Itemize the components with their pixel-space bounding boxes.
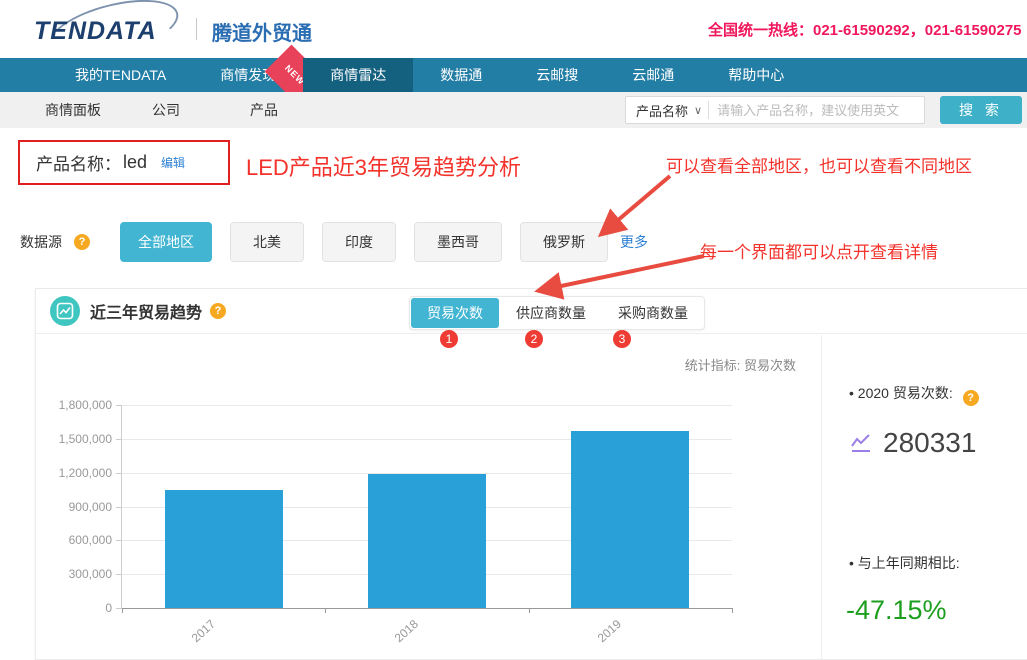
y-axis-label: 1,800,000 — [32, 398, 112, 412]
y-axis-label: 900,000 — [32, 500, 112, 514]
stat-year-label: • 2020 贸易次数: ? — [849, 383, 979, 406]
step-badge-2: 2 — [525, 330, 543, 348]
y-axis-tick — [116, 439, 122, 440]
nav-item-discovery[interactable]: 商情发现 NEW — [193, 58, 303, 92]
nav-item-my-tendata[interactable]: 我的TENDATA — [48, 58, 193, 92]
bar-2018[interactable] — [368, 474, 486, 608]
metric-tabs: 贸易次数 供应商数量 采购商数量 — [409, 296, 705, 330]
search-input[interactable] — [709, 103, 924, 118]
x-axis-tick — [732, 608, 733, 613]
region-button-north-america[interactable]: 北美 — [230, 222, 304, 262]
y-axis-tick — [116, 473, 122, 474]
main-nav: 我的TENDATA 商情发现 NEW 商情雷达 数据通 云邮搜 云邮通 帮助中心 — [0, 58, 1027, 92]
region-button-mexico[interactable]: 墨西哥 — [414, 222, 502, 262]
bar-2019[interactable] — [571, 431, 689, 608]
annotation-regions-note: 可以查看全部地区，也可以查看不同地区 — [666, 152, 972, 177]
x-axis-label: 2019 — [595, 617, 624, 645]
tendata-logo[interactable]: TENDATA — [30, 8, 190, 50]
x-axis-label: 2017 — [188, 617, 217, 645]
top-header: TENDATA 腾道外贸通 全国统一热线：021-61590292，021-61… — [0, 0, 1027, 58]
datasource-help-icon[interactable]: ? — [74, 234, 90, 250]
stat-compare-value: -47.15% — [846, 595, 947, 626]
x-axis-tick — [122, 608, 123, 613]
brand-divider — [196, 18, 197, 40]
stat-value-row: 280331 — [849, 427, 976, 459]
product-name-label: 产品名称： — [36, 150, 121, 175]
y-axis-tick — [116, 507, 122, 508]
y-axis-label: 600,000 — [32, 533, 112, 547]
stat-value: 280331 — [883, 427, 976, 459]
edit-link[interactable]: 编辑 — [161, 154, 185, 171]
annotation-detail-note: 每一个界面都可以点开查看详情 — [700, 238, 938, 263]
search-button[interactable]: 搜 索 — [940, 96, 1022, 124]
x-axis-label: 2018 — [392, 617, 421, 645]
region-button-india[interactable]: 印度 — [322, 222, 396, 262]
product-name-box: 产品名称： led 编辑 — [18, 140, 230, 185]
more-regions-link[interactable]: 更多 — [620, 232, 648, 252]
purple-chart-icon — [849, 431, 873, 455]
y-axis-tick — [116, 540, 122, 541]
stat-year-text: • 2020 贸易次数: — [849, 385, 953, 401]
step-badge-1: 1 — [440, 330, 458, 348]
chevron-down-icon[interactable]: ∨ — [694, 104, 702, 117]
stat-help-icon[interactable]: ? — [963, 390, 979, 406]
bar-chart: 0300,000600,000900,0001,200,0001,500,000… — [121, 405, 732, 609]
x-axis-tick — [325, 608, 326, 613]
tab-trade-count[interactable]: 贸易次数 — [411, 298, 499, 328]
nav-item-help-center[interactable]: 帮助中心 — [701, 58, 811, 92]
tab-buyer-count[interactable]: 采购商数量 — [602, 298, 704, 328]
gridline — [122, 405, 732, 406]
card-help-icon[interactable]: ? — [210, 303, 226, 319]
indicator-label: 统计指标: 贸易次数 — [556, 355, 796, 374]
subnav-item-product[interactable]: 产品 — [250, 92, 278, 128]
product-name-value: led — [123, 152, 147, 173]
panel-divider — [821, 335, 822, 659]
region-button-all[interactable]: 全部地区 — [120, 222, 212, 262]
datasource-label: 数据源 — [20, 232, 62, 252]
line-chart-icon — [50, 296, 80, 326]
subnav-item-dashboard[interactable]: 商情面板 — [45, 92, 101, 128]
stat-compare-label: • 与上年同期相比: — [849, 553, 960, 573]
card-title: 近三年贸易趋势 — [90, 299, 202, 323]
region-button-russia[interactable]: 俄罗斯 — [520, 222, 608, 262]
trend-card: 近三年贸易趋势 ? 贸易次数 供应商数量 采购商数量 1 2 3 统计指标: 贸… — [35, 288, 1027, 660]
subnav-item-company[interactable]: 公司 — [152, 92, 180, 128]
main-content: 产品名称： led 编辑 LED产品近3年贸易趋势分析 可以查看全部地区，也可以… — [0, 128, 1027, 658]
sub-nav: 商情面板 公司 产品 产品名称 ∨ 搜 索 — [0, 92, 1027, 128]
search-field: 产品名称 ∨ — [625, 96, 925, 124]
tab-supplier-count[interactable]: 供应商数量 — [500, 298, 602, 328]
nav-item-mailtong[interactable]: 云邮通 — [605, 58, 701, 92]
y-axis-label: 1,200,000 — [32, 466, 112, 480]
y-axis-label: 1,500,000 — [32, 432, 112, 446]
datasource-row: 数据源 ? 全部地区 北美 印度 墨西哥 俄罗斯 更多 — [20, 222, 648, 262]
search-category-select[interactable]: 产品名称 — [626, 101, 694, 120]
nav-item-radar[interactable]: 商情雷达 — [303, 58, 413, 92]
annotation-title: LED产品近3年贸易趋势分析 — [246, 150, 521, 182]
nav-item-datatong[interactable]: 数据通 — [413, 58, 509, 92]
hotline-text: 全国统一热线：021-61590292，021-61590275 — [708, 19, 1022, 40]
y-axis-label: 300,000 — [32, 567, 112, 581]
y-axis-tick — [116, 405, 122, 406]
y-axis-tick — [116, 574, 122, 575]
brand-name: 腾道外贸通 — [212, 17, 312, 46]
step-badge-3: 3 — [613, 330, 631, 348]
logo-text: TENDATA — [34, 17, 157, 46]
bar-2017[interactable] — [165, 490, 283, 608]
x-axis-tick — [529, 608, 530, 613]
y-axis-label: 0 — [32, 601, 112, 615]
nav-item-mailsearch[interactable]: 云邮搜 — [509, 58, 605, 92]
